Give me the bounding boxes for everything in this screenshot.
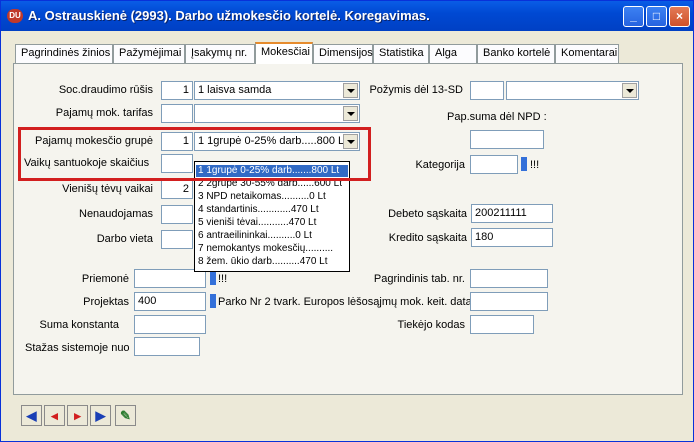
tab-banko-kortele[interactable]: Banko kortelė	[477, 44, 555, 63]
next-record-button[interactable]: ▸	[67, 405, 88, 426]
tiekejo-kodas-field[interactable]	[470, 315, 534, 334]
dropdown-option[interactable]: 7 nemokantys mokesčių..........	[196, 243, 348, 255]
tab-pagrindines-zinios[interactable]: Pagrindinės žinios	[15, 44, 113, 63]
pajamu-mokescio-grupe-dropdown: 1 1grupė 0-25% darb.......800 Lt 2 2grup…	[194, 161, 350, 272]
chevron-down-icon[interactable]	[343, 134, 358, 149]
vienisu-tevu-vaikai-field[interactable]: 2	[161, 180, 193, 199]
title-bar: DU A. Ostrauskienė (2993). Darbo užmokes…	[1, 1, 693, 31]
vaiku-santuokoje-label: Vaikų santuokoje skaičius	[24, 157, 150, 169]
edit-icon[interactable]: ✎	[115, 405, 136, 426]
minimize-button[interactable]: _	[623, 6, 644, 27]
dropdown-option[interactable]: 1 1grupė 0-25% darb.......800 Lt	[196, 165, 348, 177]
priemone-lookup-icon[interactable]	[210, 271, 216, 285]
debeto-saskaita-label: Debeto sąskaita	[388, 208, 467, 220]
projektas-description: Parko Nr 2 tvark. Europos lėšosąjmų mok.…	[218, 296, 472, 308]
tab-statistika[interactable]: Statistika	[373, 44, 429, 63]
pagrindinis-tab-nr-label: Pagrindinis tab. nr.	[373, 273, 465, 285]
dropdown-option[interactable]: 4 standartinis............470 Lt	[196, 204, 348, 216]
kategorija-label: Kategorija	[415, 159, 465, 171]
tab-dimensijos[interactable]: Dimensijos	[313, 44, 373, 63]
tab-pazymejimai[interactable]: Pažymėjimai	[113, 44, 185, 63]
pajamu-mokescio-grupe-label: Pajamų mokesčio grupė	[34, 135, 153, 147]
pajamu-mokescio-grupe-code[interactable]: 1	[161, 132, 193, 151]
pajamu-mok-tarifas-select[interactable]	[194, 104, 360, 123]
dropdown-option[interactable]: 3 NPD netaikomas..........0 Lt	[196, 191, 348, 203]
pap-suma-npd-label: Pap.suma dėl NPD :	[447, 111, 547, 123]
pagrindinis-tab-nr-field[interactable]	[470, 269, 548, 288]
extra-field[interactable]	[470, 292, 548, 311]
nenaudojamas-field[interactable]	[161, 205, 193, 224]
projektas-field[interactable]: 400	[134, 292, 206, 311]
app-icon: DU	[7, 9, 23, 23]
chevron-down-icon[interactable]	[622, 83, 637, 98]
first-record-button[interactable]: ◀	[21, 405, 42, 426]
pozymis-13sd-label: Požymis dėl 13-SD	[369, 84, 463, 96]
tab-mokesciai[interactable]: Mokesčiai	[255, 42, 313, 64]
pajamu-mok-tarifas-code[interactable]	[161, 104, 193, 123]
maximize-button[interactable]: □	[646, 6, 667, 27]
last-record-button[interactable]: ▶	[90, 405, 111, 426]
kategorija-warning: !!!	[530, 159, 540, 171]
stazas-sistemoje-label: Stažas sistemoje nuo	[25, 342, 130, 354]
debeto-saskaita-field[interactable]: 200211111	[471, 204, 553, 223]
kredito-saskaita-label: Kredito sąskaita	[388, 232, 467, 244]
pap-suma-npd-field[interactable]	[470, 130, 544, 149]
stazas-sistemoje-field[interactable]	[134, 337, 200, 356]
pajamu-mok-tarifas-label: Pajamų mok. tarifas	[55, 107, 153, 119]
soc-draudimo-rusis-select[interactable]: 1 laisva samda	[194, 81, 360, 100]
kategorija-field[interactable]	[470, 155, 518, 174]
suma-konstanta-field[interactable]	[134, 315, 206, 334]
chevron-down-icon[interactable]	[343, 106, 358, 121]
soc-draudimo-rusis-code[interactable]: 1	[161, 81, 193, 100]
projektas-lookup-icon[interactable]	[210, 294, 216, 308]
prev-record-button[interactable]: ◂	[44, 405, 65, 426]
kategorija-lookup-icon[interactable]	[521, 157, 527, 171]
tab-isakymu-nr[interactable]: Įsakymų nr.	[185, 44, 255, 63]
tiekejo-kodas-label: Tiekėjo kodas	[397, 319, 465, 331]
pajamu-mokescio-grupe-select[interactable]: 1 1grupė 0-25% darb.....800 Lt	[194, 132, 360, 151]
soc-draudimo-rusis-label: Soc.draudimo rūšis	[58, 84, 153, 96]
pozymis-13sd-select[interactable]	[506, 81, 639, 100]
suma-konstanta-label: Suma konstanta	[39, 319, 120, 331]
chevron-down-icon[interactable]	[343, 83, 358, 98]
soc-draudimo-rusis-value: 1 laisva samda	[198, 84, 272, 96]
priemone-warning: !!!	[218, 273, 228, 285]
dropdown-option[interactable]: 6 antraeilininkai..........0 Lt	[196, 230, 348, 242]
pajamu-mokescio-grupe-value: 1 1grupė 0-25% darb.....800 Lt	[198, 135, 348, 147]
priemone-label: Priemonė	[81, 273, 129, 285]
kredito-saskaita-field[interactable]: 180	[471, 228, 553, 247]
darbo-vieta-field[interactable]	[161, 230, 193, 249]
dropdown-option[interactable]: 2 2grupė 30-55% darb......600 Lt	[196, 178, 348, 190]
darbo-vieta-label: Darbo vieta	[96, 233, 153, 245]
vienisu-tevu-vaikai-label: Vienišų tėvų vaikai	[62, 183, 153, 195]
projektas-label: Projektas	[83, 296, 129, 308]
dropdown-option[interactable]: 8 žem. ūkio darb..........470 Lt	[196, 256, 348, 268]
pozymis-13sd-code[interactable]	[470, 81, 504, 100]
nenaudojamas-label: Nenaudojamas	[79, 208, 153, 220]
dropdown-option[interactable]: 5 vieniši tėvai...........470 Lt	[196, 217, 348, 229]
tab-komentarai[interactable]: Komentarai	[555, 44, 619, 63]
close-button[interactable]: ×	[669, 6, 690, 27]
vaiku-santuokoje-field[interactable]	[161, 154, 193, 173]
app-window: DU A. Ostrauskienė (2993). Darbo užmokes…	[0, 0, 694, 442]
window-title: A. Ostrauskienė (2993). Darbo užmokesčio…	[28, 8, 430, 23]
tab-alga[interactable]: Alga	[429, 44, 477, 63]
